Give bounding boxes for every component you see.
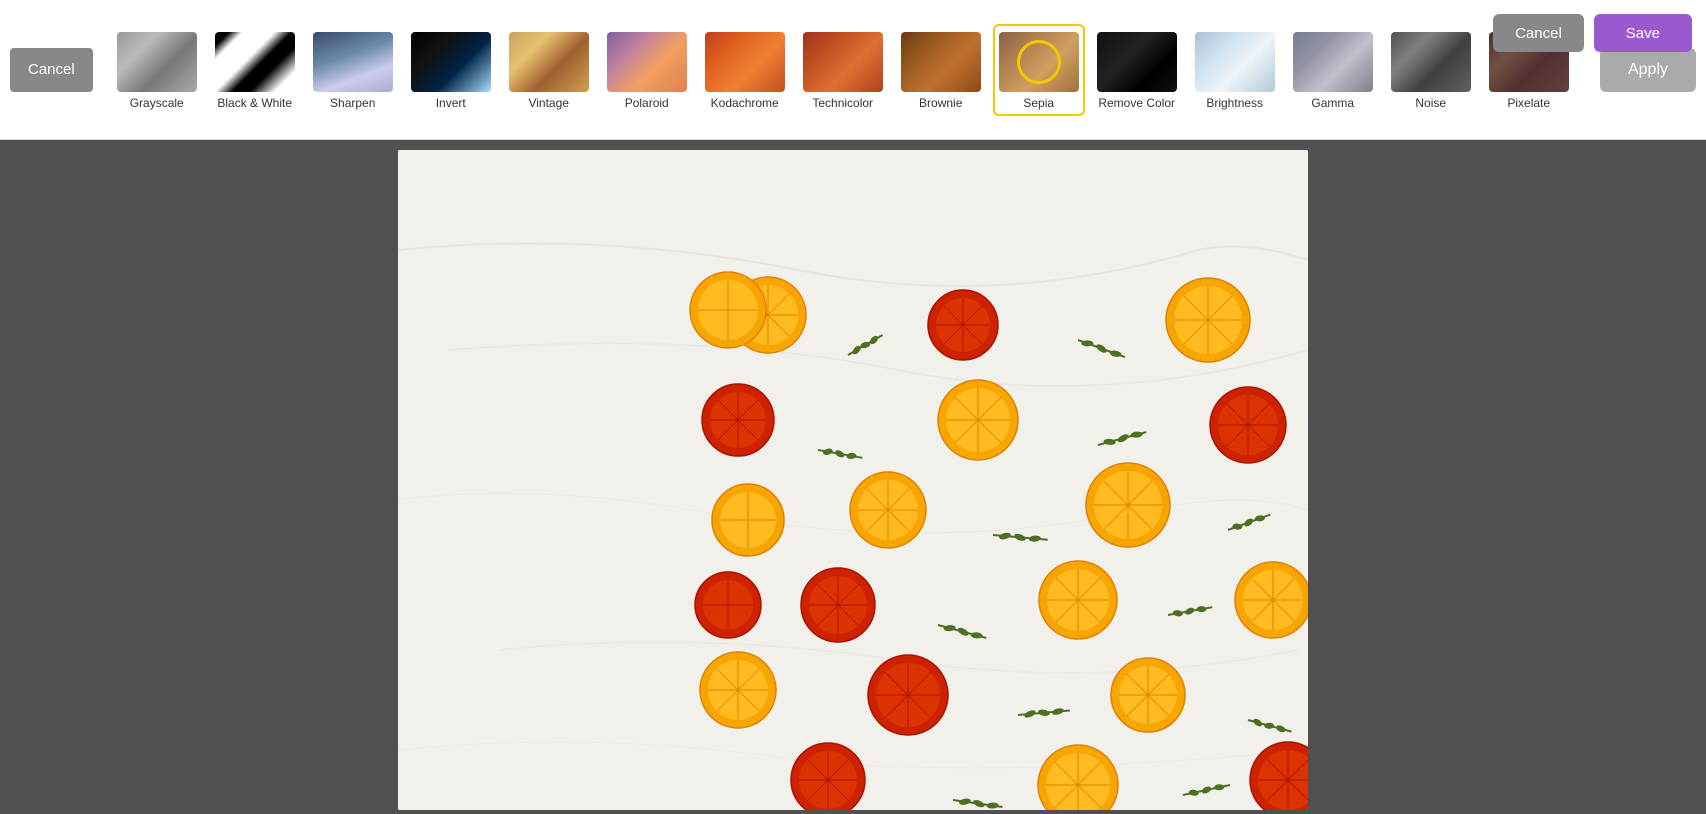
cancel-left-button[interactable]: Cancel: [10, 48, 93, 92]
filter-bw[interactable]: Black & White: [209, 24, 301, 116]
filter-brownie-thumb: [901, 32, 981, 92]
filter-bw-label: Black & White: [217, 96, 292, 110]
filter-sharpen-label: Sharpen: [330, 96, 375, 110]
filter-vintage-label: Vintage: [528, 96, 568, 110]
filter-brownie-label: Brownie: [919, 96, 962, 110]
filter-removecolor[interactable]: Remove Color: [1091, 24, 1183, 116]
filter-noise[interactable]: Noise: [1385, 24, 1477, 116]
filter-sepia[interactable]: Sepia: [993, 24, 1085, 116]
cancel-corner-button[interactable]: Cancel: [1493, 14, 1584, 52]
filter-brightness-thumb: [1195, 32, 1275, 92]
filter-noise-thumb: [1391, 32, 1471, 92]
filter-polaroid[interactable]: Polaroid: [601, 24, 693, 116]
filter-grayscale-label: Grayscale: [130, 96, 184, 110]
filter-toolbar: Cancel Grayscale Black & White Sharpen: [0, 0, 1706, 140]
filter-kodachrome[interactable]: Kodachrome: [699, 24, 791, 116]
filter-polaroid-label: Polaroid: [625, 96, 669, 110]
filter-bw-thumb: [215, 32, 295, 92]
filter-sharpen[interactable]: Sharpen: [307, 24, 399, 116]
fruit-image: [398, 150, 1308, 810]
filter-sharpen-thumb: [313, 32, 393, 92]
filter-polaroid-thumb: [607, 32, 687, 92]
filter-sepia-thumb: [999, 32, 1079, 92]
filter-kodachrome-thumb: [705, 32, 785, 92]
filter-technicolor[interactable]: Technicolor: [797, 24, 889, 116]
canvas-area: [0, 140, 1706, 814]
filters-list: Grayscale Black & White Sharpen Invert: [111, 24, 1590, 116]
filter-gamma[interactable]: Gamma: [1287, 24, 1379, 116]
apply-button[interactable]: Apply: [1600, 48, 1696, 92]
filter-sepia-label: Sepia: [1023, 96, 1054, 110]
filter-brightness-label: Brightness: [1206, 96, 1263, 110]
filter-pixelate-label: Pixelate: [1507, 96, 1550, 110]
corner-buttons: Cancel Save: [1493, 14, 1692, 52]
filter-removecolor-label: Remove Color: [1098, 96, 1175, 110]
filter-grayscale[interactable]: Grayscale: [111, 24, 203, 116]
image-preview: [398, 150, 1308, 810]
filter-kodachrome-label: Kodachrome: [711, 96, 779, 110]
filter-noise-label: Noise: [1415, 96, 1446, 110]
filter-invert-thumb: [411, 32, 491, 92]
save-button[interactable]: Save: [1594, 14, 1692, 52]
filter-vintage[interactable]: Vintage: [503, 24, 595, 116]
filter-invert[interactable]: Invert: [405, 24, 497, 116]
filter-technicolor-thumb: [803, 32, 883, 92]
filter-invert-label: Invert: [436, 96, 466, 110]
filter-gamma-label: Gamma: [1311, 96, 1354, 110]
fruit-svg: [398, 150, 1308, 810]
filter-brownie[interactable]: Brownie: [895, 24, 987, 116]
filter-gamma-thumb: [1293, 32, 1373, 92]
filter-grayscale-thumb: [117, 32, 197, 92]
filter-technicolor-label: Technicolor: [812, 96, 873, 110]
filter-vintage-thumb: [509, 32, 589, 92]
filter-removecolor-thumb: [1097, 32, 1177, 92]
filter-brightness[interactable]: Brightness: [1189, 24, 1281, 116]
apply-area: Apply: [1600, 48, 1696, 92]
